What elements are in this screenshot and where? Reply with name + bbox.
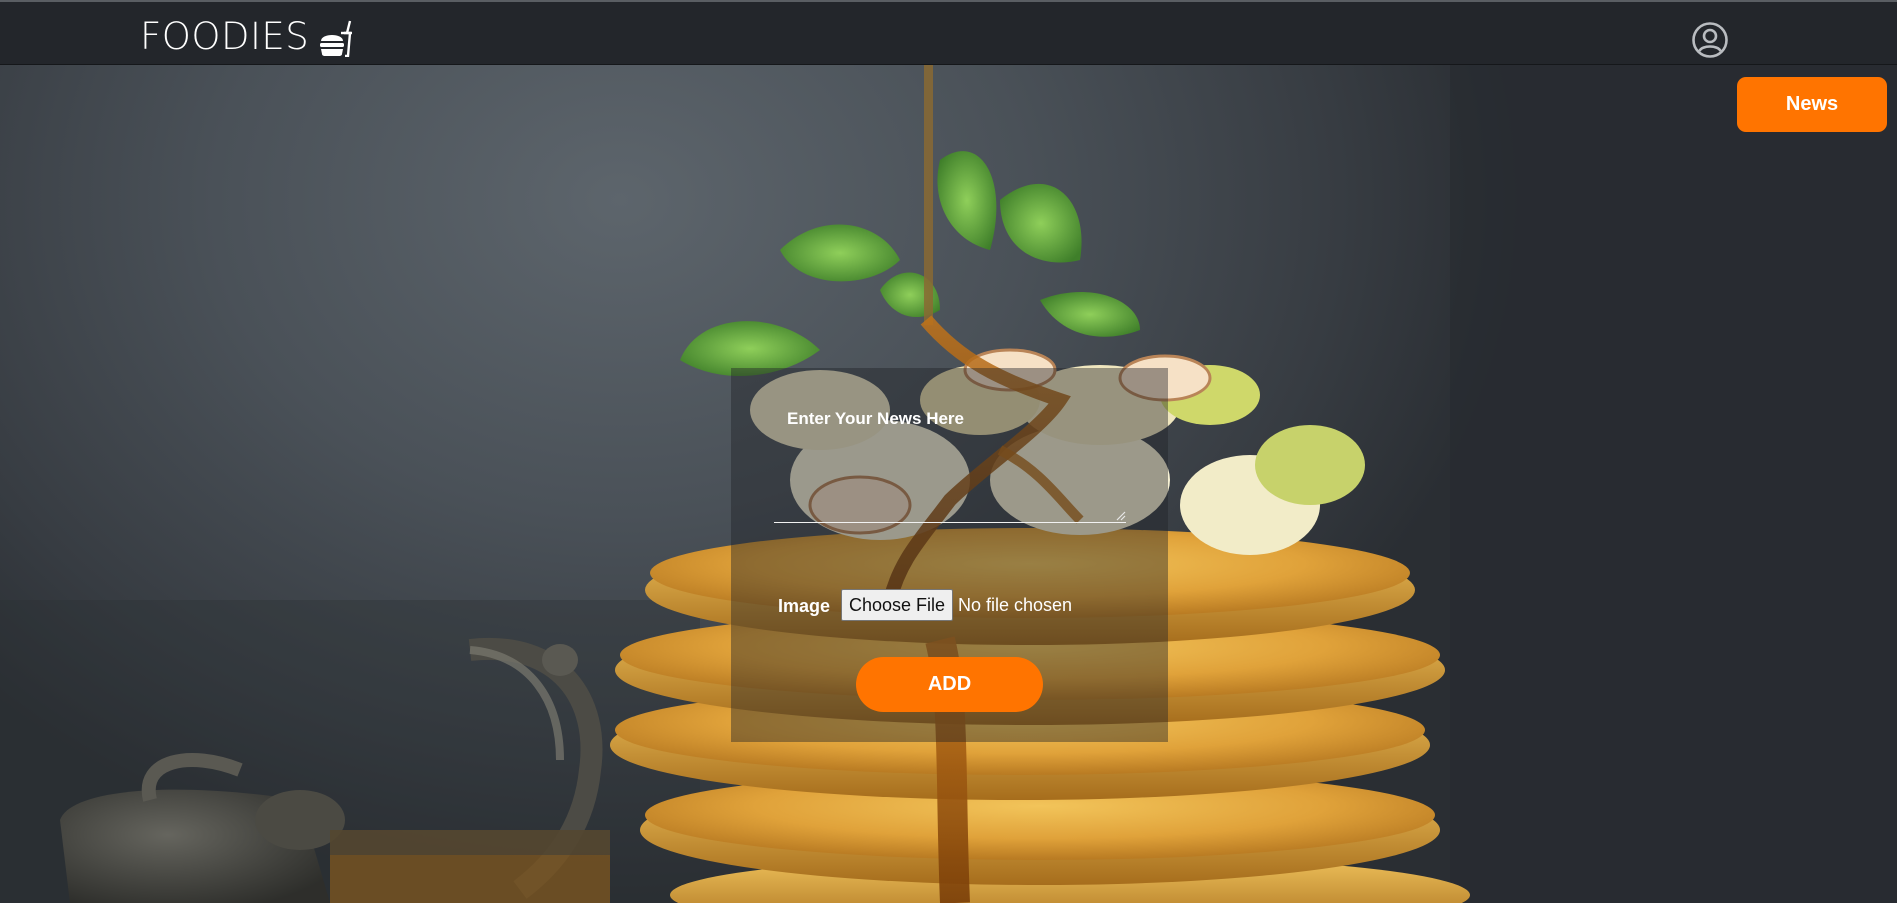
choose-file-button[interactable]: Choose File (841, 589, 953, 621)
brand-name: FOODIES (140, 14, 310, 58)
brand-logo[interactable]: FOODIES (140, 14, 353, 58)
fast-food-icon (320, 20, 353, 57)
top-navbar: FOODIES (0, 0, 1897, 65)
image-field-label: Image (778, 596, 831, 616)
news-field-label: Enter Your News Here (787, 409, 964, 428)
file-status-text: No file chosen (958, 595, 1073, 615)
resize-handle-icon[interactable] (1115, 510, 1126, 521)
add-news-form: Enter Your News Here Image Choose File N… (731, 368, 1168, 742)
news-button[interactable]: News (1737, 77, 1887, 132)
add-button[interactable]: ADD (856, 657, 1043, 712)
news-textarea[interactable] (774, 438, 1126, 523)
user-circle-icon[interactable] (1691, 21, 1729, 59)
